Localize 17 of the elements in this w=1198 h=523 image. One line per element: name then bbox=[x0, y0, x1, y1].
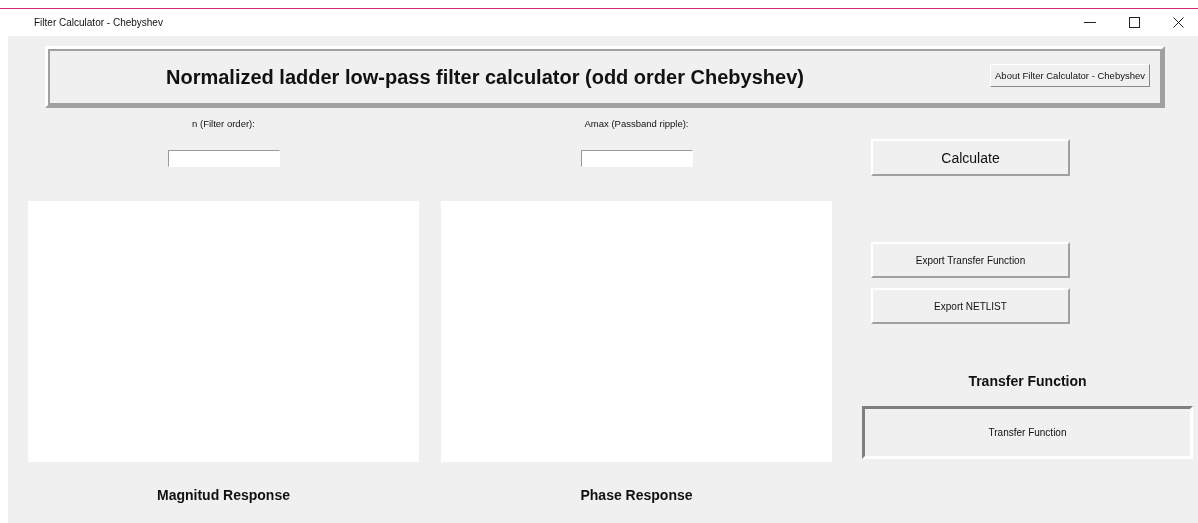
calculate-button[interactable]: Calculate bbox=[871, 139, 1070, 176]
window-title: Filter Calculator - Chebyshev bbox=[34, 17, 163, 28]
maximize-icon[interactable] bbox=[1129, 17, 1140, 28]
input-field[interactable] bbox=[580, 150, 693, 167]
about-button[interactable]: About Filter Calculator - Chebyshev bbox=[990, 64, 1150, 87]
close-icon[interactable] bbox=[1173, 17, 1184, 28]
export-button[interactable]: Export NETLIST bbox=[871, 288, 1070, 324]
transfer-function-display: Transfer Function bbox=[862, 406, 1193, 459]
plot-caption: Phase Response bbox=[580, 487, 693, 503]
field-label: Amax (Passband ripple): bbox=[584, 118, 689, 131]
plot-caption: Magnitud Response bbox=[157, 487, 290, 503]
input-field[interactable] bbox=[167, 150, 280, 167]
minimize-icon[interactable] bbox=[1084, 21, 1096, 24]
field-label: n (Filter order): bbox=[192, 118, 255, 131]
section-heading: Transfer Function bbox=[967, 373, 1088, 389]
export-button[interactable]: Export Transfer Function bbox=[871, 242, 1070, 278]
app-heading: Normalized ladder low-pass filter calculator (odd order Chebyshev) bbox=[166, 65, 804, 89]
